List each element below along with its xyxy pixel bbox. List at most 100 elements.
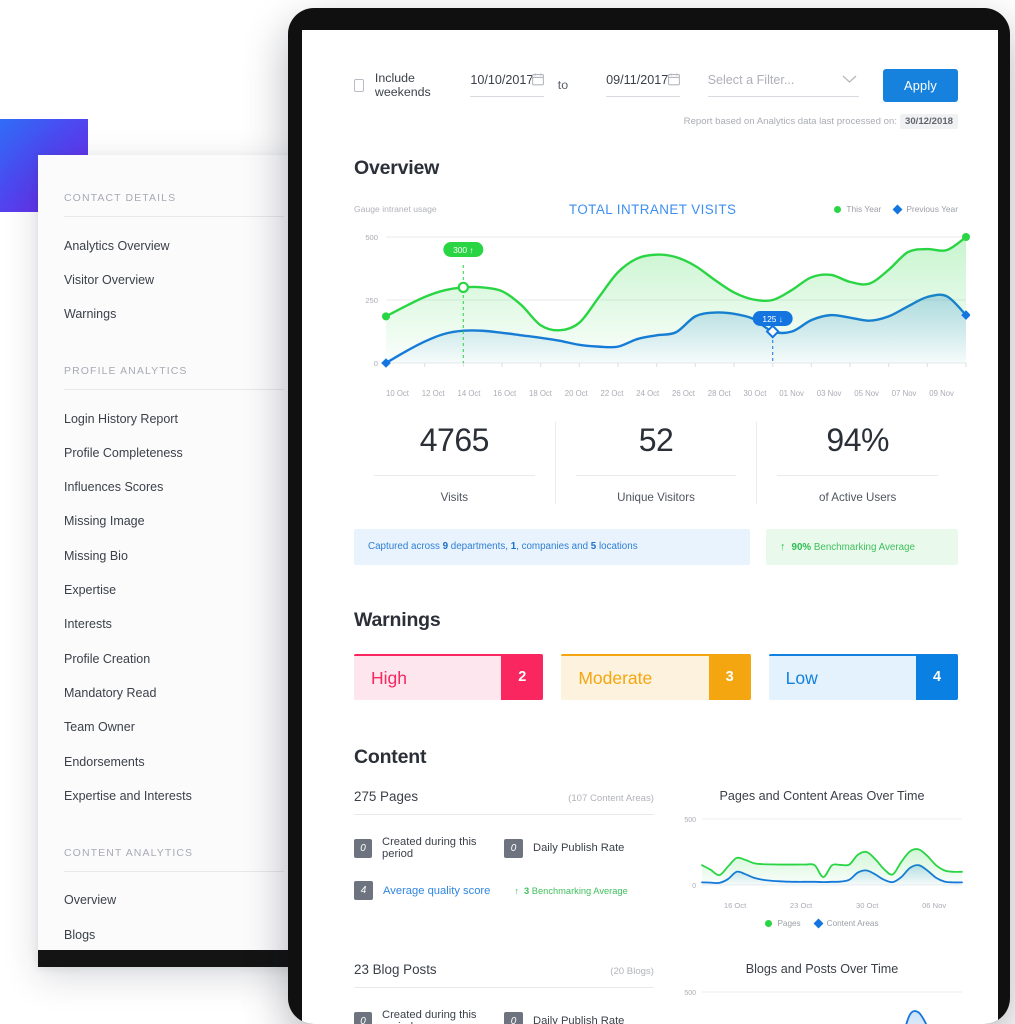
- sidebar-item-overview[interactable]: Overview: [64, 884, 284, 918]
- x-tick-label: 05 Nov: [854, 389, 879, 398]
- total-intranet-visits-chart: 0 250 500 300 ↑ 125 ↓ 10 Oct 12 Oct 14 Oct 16 O…: [354, 229, 970, 398]
- x-tick-label: 30 Oct: [856, 901, 879, 910]
- device-frame: Include weekends 10/10/2017 to 09/11/201…: [288, 8, 1010, 1024]
- blogs-created-metric: 0 Created during this period: [354, 1009, 504, 1024]
- kpi-divider: [575, 475, 737, 476]
- warning-high[interactable]: High 2: [354, 654, 544, 700]
- pages-chart-svg: 0 500: [684, 817, 963, 890]
- content-section-title: Content: [354, 746, 427, 768]
- pages-created-metric: 0 Created during this period: [354, 836, 504, 860]
- sidebar-item-expertise[interactable]: Expertise: [64, 574, 284, 608]
- blogs-content-block: 23 Blog Posts (20 Blogs) 0 Created durin…: [354, 962, 962, 1024]
- blogs-count-label: (20 Blogs): [610, 966, 654, 977]
- date-from-field[interactable]: 10/10/2017: [470, 73, 544, 97]
- x-tick-label: 24 Oct: [636, 389, 660, 398]
- kpi-unique-visitors: 52 Unique Visitors: [554, 422, 757, 504]
- arrow-up-icon: ↑: [514, 885, 520, 896]
- warning-label: Moderate: [561, 654, 709, 700]
- sidebar-item-endorsements[interactable]: Endorsements: [64, 745, 284, 779]
- metric-label: Created during this period: [382, 836, 477, 860]
- legend-label: Pages: [777, 919, 801, 928]
- filter-select[interactable]: Select a Filter...: [707, 73, 859, 97]
- sidebar-item-blogs[interactable]: Blogs: [64, 918, 284, 952]
- sidebar-item-missing-image[interactable]: Missing Image: [64, 505, 284, 539]
- main-chart-title: TOTAL INTRANET VISITS: [568, 201, 737, 217]
- benchmark-label: Benchmarking Average: [529, 885, 628, 896]
- kpi-divider: [374, 475, 535, 476]
- filter-bar: Include weekends 10/10/2017 to 09/11/201…: [354, 68, 959, 102]
- x-tick-label: 07 Nov: [891, 389, 917, 398]
- legend-item-pages: Pages: [765, 919, 801, 928]
- sidebar-item-interests[interactable]: Interests: [64, 608, 284, 642]
- legend-item-this-year: This Year: [834, 204, 881, 214]
- benchmark-value: 90%: [791, 541, 812, 553]
- x-tick-label: 01 Nov: [779, 389, 804, 398]
- sidebar-item-analytics-overview[interactable]: Analytics Overview: [64, 229, 284, 263]
- pages-benchmark: ↑ 3 Benchmarking Average: [514, 886, 627, 896]
- calendar-icon[interactable]: [531, 73, 544, 86]
- overview-section-title: Overview: [354, 157, 440, 179]
- sidebar-divider: [64, 216, 284, 217]
- x-tick-label: 09 Nov: [929, 389, 954, 398]
- note-text: departments,: [448, 541, 511, 552]
- sidebar-navigation-card: CONTACT DETAILS Analytics Overview Visitor…: [38, 155, 310, 967]
- main-chart-x-axis: 10 Oct 12 Oct 14 Oct 16 Oct 18 Oct 20 Oct 22 O…: [386, 389, 958, 398]
- pages-stats-panel: 275 Pages (107 Content Areas) 0 Created …: [354, 789, 654, 928]
- pages-metric-row-2: 4 Average quality score ↑ 3 Benchmarking…: [354, 881, 654, 900]
- kpi-of-active-users: 94% of Active Users: [756, 422, 958, 504]
- kpi-label: of Active Users: [819, 491, 897, 504]
- warnings-section-title: Warnings: [354, 609, 441, 631]
- pages-quality-metric: 4 Average quality score ↑ 3 Benchmarking…: [354, 881, 654, 900]
- include-weekends-control[interactable]: Include weekends: [354, 71, 446, 99]
- metric-chip: 0: [504, 838, 523, 858]
- metric-chip: 0: [354, 1011, 372, 1024]
- x-tick-label: 22 Oct: [600, 389, 624, 398]
- sidebar-item-team-owner[interactable]: Team Owner: [64, 711, 284, 745]
- blog-posts-count-label: 23 Blog Posts: [354, 962, 437, 977]
- warning-moderate[interactable]: Moderate 3: [561, 654, 751, 700]
- blogs-header-row: 23 Blog Posts (20 Blogs): [354, 962, 654, 988]
- sidebar-inner: CONTACT DETAILS Analytics Overview Visitor…: [38, 155, 310, 967]
- x-tick-label: 06 Nov: [922, 901, 947, 910]
- svg-text:0: 0: [692, 883, 696, 890]
- include-weekends-checkbox[interactable]: [354, 78, 364, 92]
- report-processed-line: Report based on Analytics data last proc…: [354, 114, 958, 129]
- sidebar-item-visitor-overview[interactable]: Visitor Overview: [64, 263, 284, 297]
- report-processed-date: 30/12/2018: [899, 114, 958, 129]
- captured-across-note: Captured across 9 departments, 1, compan…: [354, 529, 750, 565]
- pages-content-block: 275 Pages (107 Content Areas) 0 Created …: [354, 789, 963, 929]
- blogs-over-time-panel: Blogs and Posts Over Time 0500 16 Oct23 …: [676, 962, 968, 1024]
- sidebar-item-warnings[interactable]: Warnings: [64, 298, 284, 332]
- date-to-field[interactable]: 09/11/2017: [606, 73, 680, 97]
- sidebar-item-missing-bio[interactable]: Missing Bio: [64, 539, 284, 573]
- metric-chip: 0: [354, 838, 372, 858]
- blogs-chart-svg: 0500: [684, 990, 962, 1024]
- kpi-row: 4765 Visits 52 Unique Visitors 94% of Active …: [354, 422, 958, 504]
- sidebar-item-mandatory-read[interactable]: Mandatory Read: [64, 676, 284, 710]
- gauge-caption: Gauge intranet usage: [354, 204, 437, 214]
- pages-count-label: 275 Pages: [354, 789, 419, 804]
- sidebar-item-expertise-and-interests[interactable]: Expertise and Interests: [64, 779, 284, 813]
- svg-text:500: 500: [365, 233, 378, 242]
- average-quality-score-link[interactable]: Average quality score: [383, 885, 490, 897]
- diamond-marker-icon: [813, 918, 824, 929]
- legend-label: Previous Year: [906, 204, 958, 214]
- sidebar-item-login-history-report[interactable]: Login History Report: [64, 402, 284, 436]
- x-tick-label: 03 Nov: [816, 389, 842, 398]
- x-tick-label: 16 Oct: [723, 901, 747, 910]
- sidebar-item-influences-scores[interactable]: Influences Scores: [64, 471, 284, 505]
- warning-low[interactable]: Low 4: [768, 654, 958, 700]
- svg-text:125 ↓: 125 ↓: [762, 314, 783, 324]
- report-processed-label: Report based on Analytics data last proc…: [683, 116, 897, 127]
- sidebar-group-heading: CONTENT ANALYTICS: [64, 846, 194, 859]
- svg-text:250: 250: [365, 296, 378, 305]
- x-tick-label: 18 Oct: [529, 389, 552, 398]
- sidebar-item-profile-creation[interactable]: Profile Creation: [64, 642, 284, 676]
- calendar-icon[interactable]: [667, 73, 680, 86]
- main-chart-svg: 0 250 500 300 ↑ 125 ↓: [365, 233, 970, 368]
- chevron-down-icon[interactable]: [842, 74, 857, 84]
- kpi-divider: [777, 475, 939, 476]
- x-tick-label: 12 Oct: [421, 389, 445, 398]
- apply-button[interactable]: Apply: [883, 68, 959, 102]
- sidebar-item-profile-completeness[interactable]: Profile Completeness: [64, 436, 284, 470]
